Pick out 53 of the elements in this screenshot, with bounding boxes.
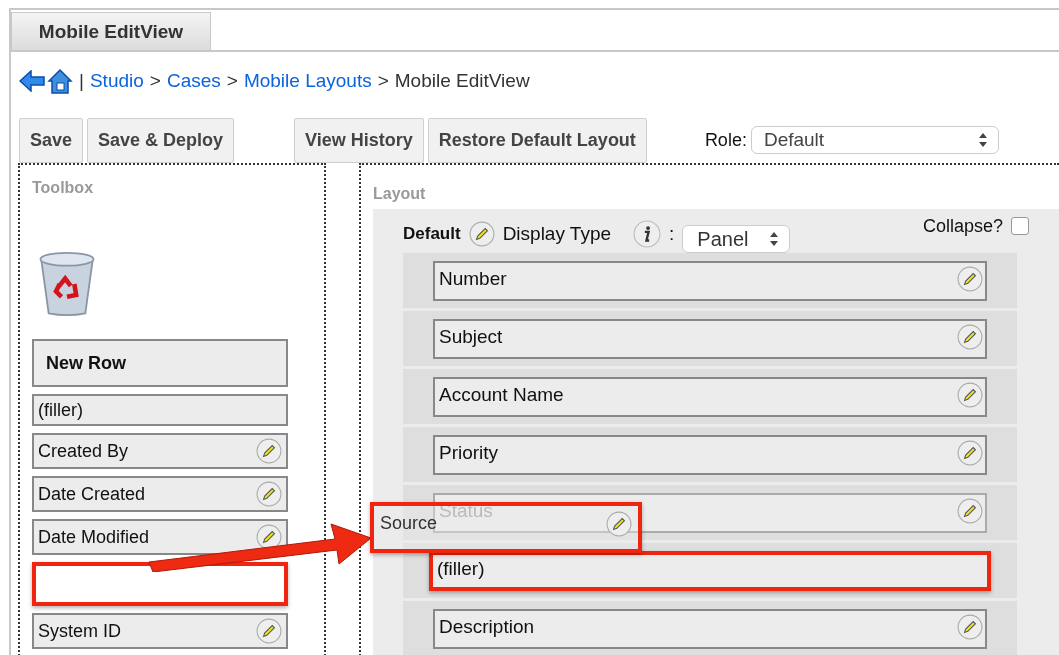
info-icon[interactable] — [633, 220, 662, 248]
role-select[interactable]: Default — [750, 126, 999, 154]
layout-title: Layout — [373, 185, 427, 203]
toolbar-button[interactable]: Save & Deploy — [87, 117, 235, 163]
edit-pencil-icon[interactable] — [256, 618, 282, 644]
breadcrumb-link[interactable]: Studio — [89, 70, 144, 92]
collapse-label: Collapse? — [922, 215, 1003, 237]
up-down-arrows-icon — [977, 132, 988, 148]
colon: : — [669, 223, 675, 245]
layout-field[interactable]: Priority — [433, 434, 987, 475]
toolbar-button[interactable]: Save — [19, 117, 84, 163]
toolbox-item[interactable]: Date Created — [32, 476, 288, 512]
layout-field[interactable]: Account Name — [433, 376, 987, 417]
toolbox-item[interactable]: Created By — [32, 433, 288, 469]
edit-pencil-icon[interactable] — [957, 497, 983, 524]
edit-pencil-icon[interactable] — [606, 511, 632, 537]
edit-pencil-icon[interactable] — [256, 524, 282, 550]
display-type-select[interactable]: Panel — [682, 225, 791, 253]
layout-field[interactable]: Description — [433, 608, 987, 649]
edit-pencil-icon[interactable] — [957, 613, 983, 640]
role-label: Role: — [704, 129, 747, 151]
breadcrumb-separator: | — [79, 70, 84, 92]
breadcrumb-link[interactable]: Mobile Layouts — [243, 70, 372, 92]
edit-pencil-icon[interactable] — [957, 265, 983, 292]
empty-slot[interactable] — [32, 562, 288, 606]
layout-field[interactable]: (filler) — [429, 550, 991, 591]
layout-field[interactable]: Subject — [433, 318, 987, 359]
toolbar-button[interactable]: View History — [294, 117, 424, 163]
toolbox-item[interactable]: New Row — [32, 339, 288, 387]
panel-name: Default — [403, 224, 461, 244]
layout-field[interactable]: Number — [433, 260, 987, 301]
toolbox-item[interactable]: (filler) — [32, 394, 288, 426]
edit-pencil-icon[interactable] — [957, 323, 983, 350]
up-down-arrows-icon — [769, 231, 780, 247]
edit-pencil-icon[interactable] — [957, 381, 983, 408]
breadcrumb-arrow: > — [226, 70, 238, 92]
tab[interactable]: Mobile EditView — [11, 12, 211, 50]
toolbox-item[interactable]: Date Modified — [32, 519, 288, 555]
toolbox-title: Toolbox — [32, 179, 95, 197]
collapse-checkbox[interactable] — [1011, 217, 1029, 235]
toolbar-button[interactable]: Restore Default Layout — [427, 117, 647, 163]
edit-pencil-icon[interactable] — [957, 439, 983, 466]
edit-pencil-icon[interactable] — [256, 438, 282, 464]
breadcrumb-current: Mobile EditView — [394, 70, 530, 92]
edit-pencil-icon[interactable] — [256, 481, 282, 507]
display-type-label: Display Type — [502, 223, 612, 245]
toolbox-item[interactable]: System ID — [32, 613, 288, 649]
back-arrow-icon[interactable] — [19, 70, 45, 92]
breadcrumb-link[interactable]: Cases — [166, 70, 221, 92]
breadcrumb-arrow: > — [377, 70, 389, 92]
breadcrumb-arrow: > — [149, 70, 161, 92]
home-icon[interactable] — [47, 68, 73, 94]
edit-pencil-icon[interactable] — [468, 221, 495, 247]
